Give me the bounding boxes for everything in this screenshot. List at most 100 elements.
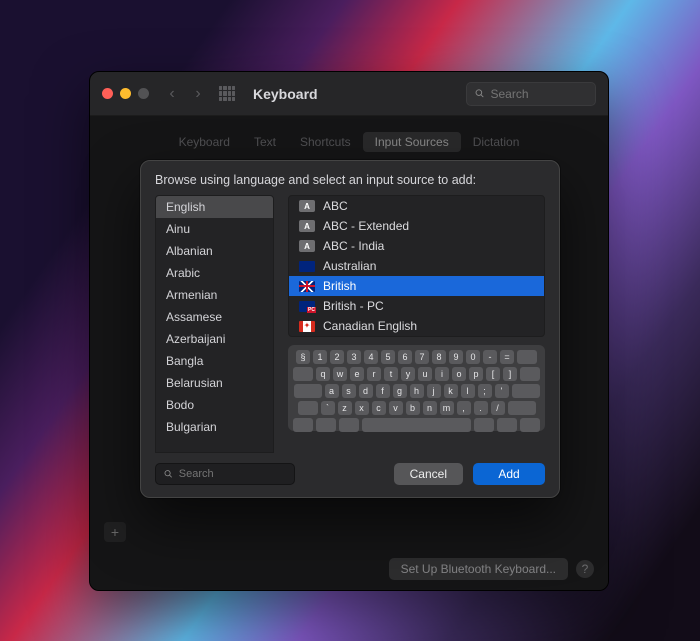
language-list[interactable]: EnglishAinuAlbanianArabicArmenianAssames…	[155, 195, 274, 453]
key: 4	[364, 350, 378, 364]
cancel-button[interactable]: Cancel	[394, 463, 463, 485]
input-source-item[interactable]: Australian	[289, 256, 544, 276]
input-source-label: ABC	[323, 199, 348, 213]
language-item[interactable]: Assamese	[156, 306, 273, 328]
modifier-key	[474, 418, 494, 432]
input-source-item[interactable]: British	[289, 276, 544, 296]
input-source-label: Australian	[323, 259, 376, 273]
key: f	[376, 384, 390, 398]
key: 7	[415, 350, 429, 364]
input-source-item[interactable]: Canadian English	[289, 316, 544, 336]
key: e	[350, 367, 364, 381]
toolbar-search[interactable]	[466, 82, 596, 106]
modifier-key	[497, 418, 517, 432]
key: ,	[457, 401, 471, 415]
language-item[interactable]: Bangla	[156, 350, 273, 372]
key: b	[406, 401, 420, 415]
key: -	[483, 350, 497, 364]
language-column: EnglishAinuAlbanianArabicArmenianAssames…	[155, 195, 274, 453]
source-column: A ABC A ABC - Extended A ABC - India Australia…	[288, 195, 545, 453]
key: k	[444, 384, 458, 398]
key: .	[474, 401, 488, 415]
input-source-label: ABC - Extended	[323, 219, 409, 233]
sheet-search[interactable]	[155, 463, 295, 485]
minimize-icon[interactable]	[120, 88, 131, 99]
input-source-item[interactable]: A ABC	[289, 196, 544, 216]
key: m	[440, 401, 454, 415]
titlebar: ‹ › Keyboard	[90, 72, 608, 116]
zoom-icon	[138, 88, 149, 99]
add-button[interactable]: Add	[473, 463, 545, 485]
key: /	[491, 401, 505, 415]
input-source-label: ABC - India	[323, 239, 384, 253]
input-source-list[interactable]: A ABC A ABC - Extended A ABC - India Australia…	[288, 195, 545, 337]
window-title: Keyboard	[253, 86, 318, 102]
ca-flag-icon	[299, 321, 315, 332]
language-item[interactable]: Bodo	[156, 394, 273, 416]
key: §	[296, 350, 310, 364]
modifier-key	[293, 418, 313, 432]
au-flag-icon	[299, 261, 315, 272]
search-icon	[164, 469, 173, 479]
spacebar-key	[362, 418, 471, 432]
key: z	[338, 401, 352, 415]
key: h	[410, 384, 424, 398]
key: v	[389, 401, 403, 415]
keyboard-preview: §1234567890-=qwertyuiop[]asdfghjkl;'`zxc…	[288, 345, 545, 431]
key: g	[393, 384, 407, 398]
input-source-item[interactable]: A ABC - Extended	[289, 216, 544, 236]
abc-icon: A	[299, 200, 315, 212]
key: 9	[449, 350, 463, 364]
input-source-label: British	[323, 279, 356, 293]
key: u	[418, 367, 432, 381]
key: o	[452, 367, 466, 381]
key: d	[359, 384, 373, 398]
input-source-item[interactable]: British - PC	[289, 296, 544, 316]
abc-icon: A	[299, 220, 315, 232]
key: ]	[503, 367, 517, 381]
key: `	[321, 401, 335, 415]
add-input-source-sheet: Browse using language and select an inpu…	[140, 160, 560, 498]
language-item[interactable]: Bulgarian	[156, 416, 273, 438]
key: n	[423, 401, 437, 415]
sheet-prompt: Browse using language and select an inpu…	[141, 161, 559, 195]
key: 0	[466, 350, 480, 364]
key: j	[427, 384, 441, 398]
key: 8	[432, 350, 446, 364]
key: 6	[398, 350, 412, 364]
key: =	[500, 350, 514, 364]
sheet-search-input[interactable]	[179, 468, 286, 480]
language-item[interactable]: Albanian	[156, 240, 273, 262]
toolbar-search-input[interactable]	[490, 87, 587, 101]
key: '	[495, 384, 509, 398]
key: x	[355, 401, 369, 415]
language-item[interactable]: Ainu	[156, 218, 273, 240]
search-icon	[475, 88, 484, 99]
key: w	[333, 367, 347, 381]
language-item[interactable]: Belarusian	[156, 372, 273, 394]
window-controls	[102, 88, 149, 99]
key: 3	[347, 350, 361, 364]
modifier-key	[520, 418, 540, 432]
key: t	[384, 367, 398, 381]
language-item[interactable]: English	[156, 196, 273, 218]
back-button[interactable]: ‹	[163, 85, 181, 103]
language-item[interactable]: Armenian	[156, 284, 273, 306]
input-source-label: Canadian English	[323, 319, 417, 333]
key: a	[325, 384, 339, 398]
key: y	[401, 367, 415, 381]
key: 5	[381, 350, 395, 364]
key: p	[469, 367, 483, 381]
show-all-icon[interactable]	[219, 86, 235, 102]
close-icon[interactable]	[102, 88, 113, 99]
forward-button: ›	[189, 85, 207, 103]
language-item[interactable]: Arabic	[156, 262, 273, 284]
key: r	[367, 367, 381, 381]
abc-icon: A	[299, 240, 315, 252]
key: 2	[330, 350, 344, 364]
language-item[interactable]: Azerbaijani	[156, 328, 273, 350]
ukpc-flag-icon	[299, 301, 315, 312]
key: c	[372, 401, 386, 415]
key: s	[342, 384, 356, 398]
input-source-item[interactable]: A ABC - India	[289, 236, 544, 256]
